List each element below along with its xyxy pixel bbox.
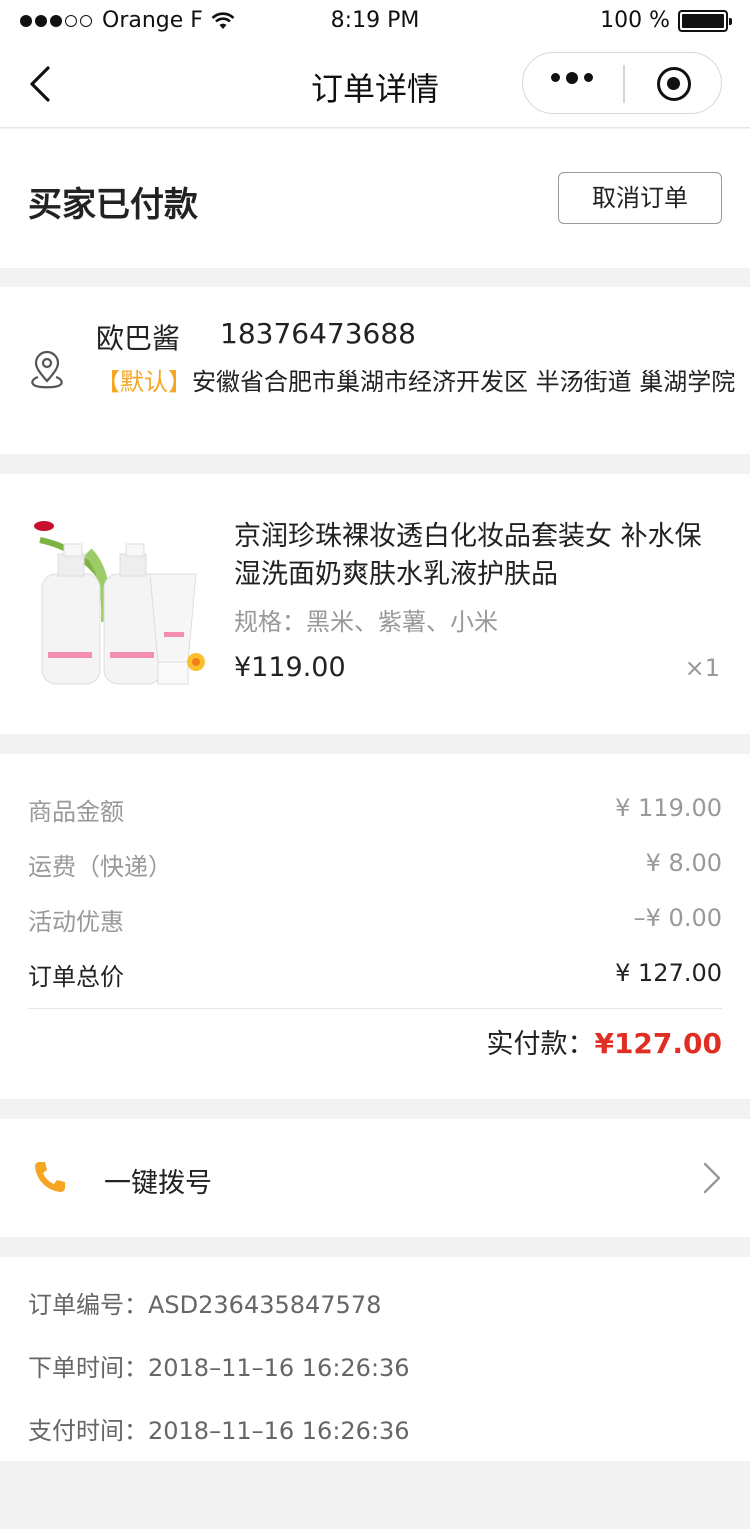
summary-divider	[28, 1008, 722, 1009]
capsule-divider	[623, 65, 625, 103]
battery-info: 100 %	[600, 8, 732, 33]
product-spec: 规格：黑米、紫薯、小米	[234, 608, 498, 636]
location-pin-icon	[31, 350, 63, 389]
address-section[interactable]: 欧巴酱 18376473688 【默认】安徽省合肥市巢湖市经济开发区 半汤街道 …	[0, 287, 750, 454]
amount-paid-label: 实付款：	[486, 1029, 595, 1060]
amount-paid-value: ¥127.00	[594, 1027, 722, 1060]
payment-time-row: 支付时间：2018–11–16 16:26:36	[28, 1411, 410, 1446]
cancel-order-button[interactable]: 取消订单	[558, 172, 722, 224]
battery-percent: 100 %	[600, 8, 670, 33]
order-total-value: ¥ 127.00	[615, 959, 722, 987]
more-icon[interactable]	[551, 72, 593, 84]
address-text: 安徽省合肥市巢湖市经济开发区 半汤街道 巢湖学院	[192, 368, 736, 396]
order-time-row: 下单时间：2018–11–16 16:26:36	[28, 1348, 410, 1383]
order-time-value: 2018–11–16 16:26:36	[148, 1354, 410, 1382]
subtotal-label: 商品金额	[28, 798, 124, 826]
order-info-section: 订单编号：ASD236435847578 下单时间：2018–11–16 16:…	[0, 1257, 750, 1461]
order-time-label: 下单时间：	[28, 1354, 148, 1382]
amount-paid: 实付款：¥127.00	[486, 1022, 722, 1061]
order-number-label: 订单编号：	[28, 1291, 148, 1319]
product-quantity: ×1	[684, 654, 720, 682]
close-mini-program-icon[interactable]	[657, 67, 691, 101]
order-total-label: 订单总价	[28, 963, 124, 991]
payment-time-label: 支付时间：	[28, 1417, 148, 1445]
nav-bar: 订单详情	[0, 40, 750, 128]
order-status-section: 买家已付款 取消订单	[0, 129, 750, 268]
call-row[interactable]: 一键拨号	[0, 1119, 750, 1237]
discount-label: 活动优惠	[28, 908, 124, 936]
shipping-label: 运费（快递）	[28, 853, 172, 881]
product-name: 京润珍珠裸妆透白化妆品套装女 补水保湿洗面奶爽肤水乳液护肤品	[234, 521, 702, 590]
payment-time-value: 2018–11–16 16:26:36	[148, 1417, 410, 1445]
battery-icon	[678, 9, 732, 32]
recipient-phone: 18376473688	[220, 317, 416, 350]
call-label: 一键拨号	[104, 1168, 212, 1199]
address-detail: 【默认】安徽省合肥市巢湖市经济开发区 半汤街道 巢湖学院	[96, 365, 736, 399]
chevron-right-icon	[703, 1162, 721, 1194]
default-address-tag: 【默认】	[96, 368, 192, 396]
order-number-row: 订单编号：ASD236435847578	[28, 1285, 381, 1320]
mini-program-capsule	[522, 52, 722, 114]
order-status-title: 买家已付款	[28, 185, 198, 225]
product-price: ¥119.00	[234, 652, 346, 683]
status-bar: Orange F 8:19 PM 100 %	[0, 0, 750, 40]
recipient-name: 欧巴酱	[96, 322, 181, 355]
phone-icon	[35, 1162, 65, 1192]
price-summary-section: 商品金额 ¥ 119.00 运费（快递） ¥ 8.00 活动优惠 –¥ 0.00…	[0, 754, 750, 1099]
subtotal-value: ¥ 119.00	[615, 794, 722, 822]
order-number-value: ASD236435847578	[148, 1291, 382, 1319]
shipping-value: ¥ 8.00	[645, 849, 722, 877]
product-image	[28, 512, 210, 692]
discount-value: –¥ 0.00	[633, 904, 722, 932]
product-section[interactable]: 京润珍珠裸妆透白化妆品套装女 补水保湿洗面奶爽肤水乳液护肤品 规格：黑米、紫薯、…	[0, 474, 750, 734]
